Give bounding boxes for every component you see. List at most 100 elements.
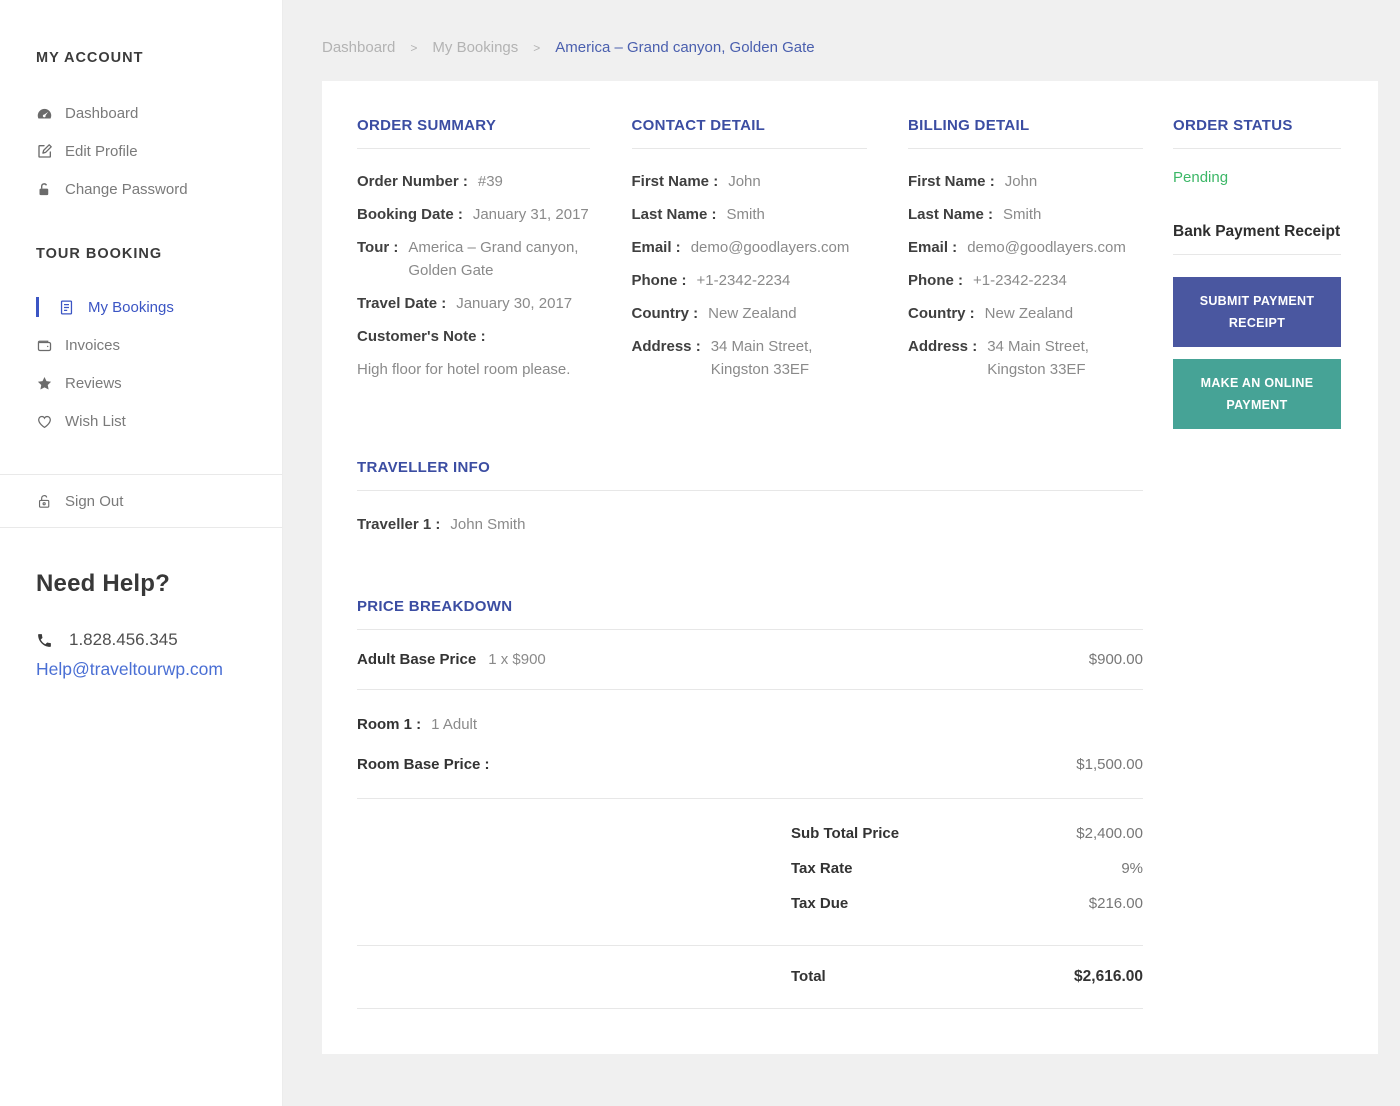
traveller-info-heading: TRAVELLER INFO [357, 459, 491, 476]
my-account-heading: MY ACCOUNT [36, 50, 144, 66]
main-content: Dashboard > My Bookings > America – Gran… [283, 0, 1400, 1054]
tour-link[interactable]: America – Grand canyon, Golden Gate [408, 236, 590, 282]
breadcrumb-current: America – Grand canyon, Golden Gate [555, 39, 815, 56]
order-number-row: Order Number : #39 [357, 170, 590, 193]
order-status-section: ORDER STATUS Pending Bank Payment Receip… [1173, 117, 1341, 1009]
totals-block: Sub Total Price $2,400.00 Tax Rate 9% Ta… [357, 799, 1143, 946]
sidebar-item-label: Dashboard [65, 104, 139, 122]
heart-icon [36, 413, 53, 430]
billing-first-name-row: First Name : John [908, 173, 1038, 190]
chevron-right-icon: > [533, 40, 541, 55]
sidebar-item-label: Wish List [65, 412, 126, 430]
price-breakdown-section: PRICE BREAKDOWN Adult Base Price 1 x $90… [357, 598, 1143, 1009]
order-info-grid: ORDER SUMMARY Order Number : #39 Booking… [357, 117, 1143, 391]
room-base-price-row: Room Base Price : $1,500.00 [357, 753, 1143, 776]
order-detail-card: ORDER SUMMARY Order Number : #39 Booking… [322, 81, 1378, 1054]
contact-detail-heading: CONTACT DETAIL [631, 117, 766, 134]
billing-detail-heading: BILLING DETAIL [908, 117, 1030, 134]
adult-amount: $900.00 [1088, 651, 1143, 668]
phone-icon [36, 632, 53, 649]
document-icon [58, 299, 75, 316]
order-number-value: #39 [477, 173, 503, 190]
divider [908, 148, 1143, 149]
status-badge: Pending [1173, 169, 1229, 186]
price-breakdown-heading: PRICE BREAKDOWN [357, 598, 513, 615]
sidebar-item-label: Sign Out [65, 492, 124, 510]
divider [357, 148, 590, 149]
submit-payment-receipt-button[interactable]: SUBMIT PAYMENT RECEIPT [1173, 277, 1341, 347]
booking-nav: My Bookings Invoices Reviews Wish List [0, 288, 282, 440]
contact-phone-row: Phone : +1-2342-2234 [631, 272, 791, 289]
dashboard-icon [36, 105, 53, 122]
sidebar-item-invoices[interactable]: Invoices [0, 326, 282, 364]
need-help-section: Need Help? 1.828.456.345 Help@traveltour… [36, 570, 282, 680]
traveller-info-section: TRAVELLER INFO Traveller 1 : John Smith [357, 459, 1143, 536]
tax-due-row: Tax Due $216.00 [357, 893, 1143, 915]
sidebar-item-label: Invoices [65, 336, 121, 354]
sidebar-item-label: Reviews [65, 374, 122, 392]
divider [357, 490, 1143, 491]
star-icon [36, 375, 53, 392]
help-phone: 1.828.456.345 [36, 630, 282, 650]
total-amount: $2,616.00 [1074, 968, 1143, 985]
traveller-name: John Smith [450, 516, 526, 533]
sidebar-item-label: My Bookings [88, 298, 174, 316]
tour-row: Tour : America – Grand canyon, Golden Ga… [357, 236, 590, 282]
tax-rate-row: Tax Rate 9% [357, 858, 1143, 880]
divider [631, 148, 867, 149]
wallet-icon [36, 337, 53, 354]
booking-date-row: Booking Date : January 31, 2017 [357, 203, 590, 226]
adult-base-price-row: Adult Base Price 1 x $900 $900.00 [357, 630, 1143, 690]
divider [1173, 254, 1341, 255]
sidebar-item-change-password[interactable]: Change Password [0, 170, 282, 208]
room-row: Room 1 : 1 Adult [357, 713, 1143, 736]
subtotal-row: Sub Total Price $2,400.00 [357, 823, 1143, 845]
order-summary-heading: ORDER SUMMARY [357, 117, 497, 134]
sidebar-item-dashboard[interactable]: Dashboard [0, 94, 282, 132]
contact-last-name-row: Last Name : Smith [631, 206, 765, 223]
contact-email-row: Email : demo@goodlayers.com [631, 239, 850, 256]
sidebar-item-sign-out[interactable]: Sign Out [0, 475, 282, 527]
customers-note-text: High floor for hotel room please. [357, 361, 571, 378]
chevron-right-icon: > [410, 40, 418, 55]
contact-first-name-row: First Name : John [631, 173, 761, 190]
billing-last-name-row: Last Name : Smith [908, 206, 1042, 223]
contact-address-row: Address :34 Main Street, Kingston 33EF [631, 338, 813, 378]
billing-country-row: Country : New Zealand [908, 305, 1074, 322]
need-help-heading: Need Help? [36, 570, 171, 597]
tour-booking-heading: TOUR BOOKING [36, 246, 163, 262]
order-status-heading: ORDER STATUS [1173, 117, 1293, 134]
billing-email-row: Email : demo@goodlayers.com [908, 239, 1126, 256]
travel-date-row: Travel Date : January 30, 2017 [357, 292, 590, 315]
sidebar-item-wish-list[interactable]: Wish List [0, 402, 282, 440]
contact-country-row: Country : New Zealand [631, 305, 797, 322]
breadcrumb-my-bookings[interactable]: My Bookings [432, 39, 518, 56]
help-phone-number: 1.828.456.345 [69, 630, 178, 649]
contact-detail-section: CONTACT DETAIL First Name : John Last Nam… [631, 117, 867, 391]
help-email-link[interactable]: Help@traveltourwp.com [36, 659, 282, 680]
tax-due-amount: $216.00 [1088, 895, 1143, 912]
bank-payment-receipt-label: Bank Payment Receipt [1173, 223, 1341, 240]
sidebar-item-label: Edit Profile [65, 142, 138, 160]
divider [1173, 148, 1341, 149]
account-nav: Dashboard Edit Profile Change Password [0, 94, 282, 208]
make-online-payment-button[interactable]: MAKE AN ONLINE PAYMENT [1173, 359, 1341, 429]
room-block: Room 1 : 1 Adult Room Base Price : $1,50… [357, 690, 1143, 799]
subtotal-amount: $2,400.00 [1076, 825, 1143, 842]
room-occupancy: 1 Adult [431, 716, 478, 733]
sidebar-item-my-bookings[interactable]: My Bookings [0, 288, 282, 326]
sidebar-item-label: Change Password [65, 180, 188, 198]
sidebar-item-edit-profile[interactable]: Edit Profile [0, 132, 282, 170]
billing-detail-section: BILLING DETAIL First Name : John Last Nam… [908, 117, 1143, 391]
active-indicator [36, 297, 39, 317]
order-summary-section: ORDER SUMMARY Order Number : #39 Booking… [357, 117, 590, 391]
breadcrumb-dashboard[interactable]: Dashboard [322, 39, 395, 56]
traveller-row: Traveller 1 : John Smith [357, 513, 1143, 536]
tax-rate-value: 9% [1121, 860, 1143, 877]
lock-icon [36, 182, 53, 197]
sidebar-item-reviews[interactable]: Reviews [0, 364, 282, 402]
billing-address-row: Address :34 Main Street, Kingston 33EF [908, 338, 1089, 378]
adult-qty: 1 x $900 [488, 651, 546, 668]
customers-note-label-row: Customer's Note : [357, 328, 486, 345]
unlock-icon [36, 493, 53, 510]
